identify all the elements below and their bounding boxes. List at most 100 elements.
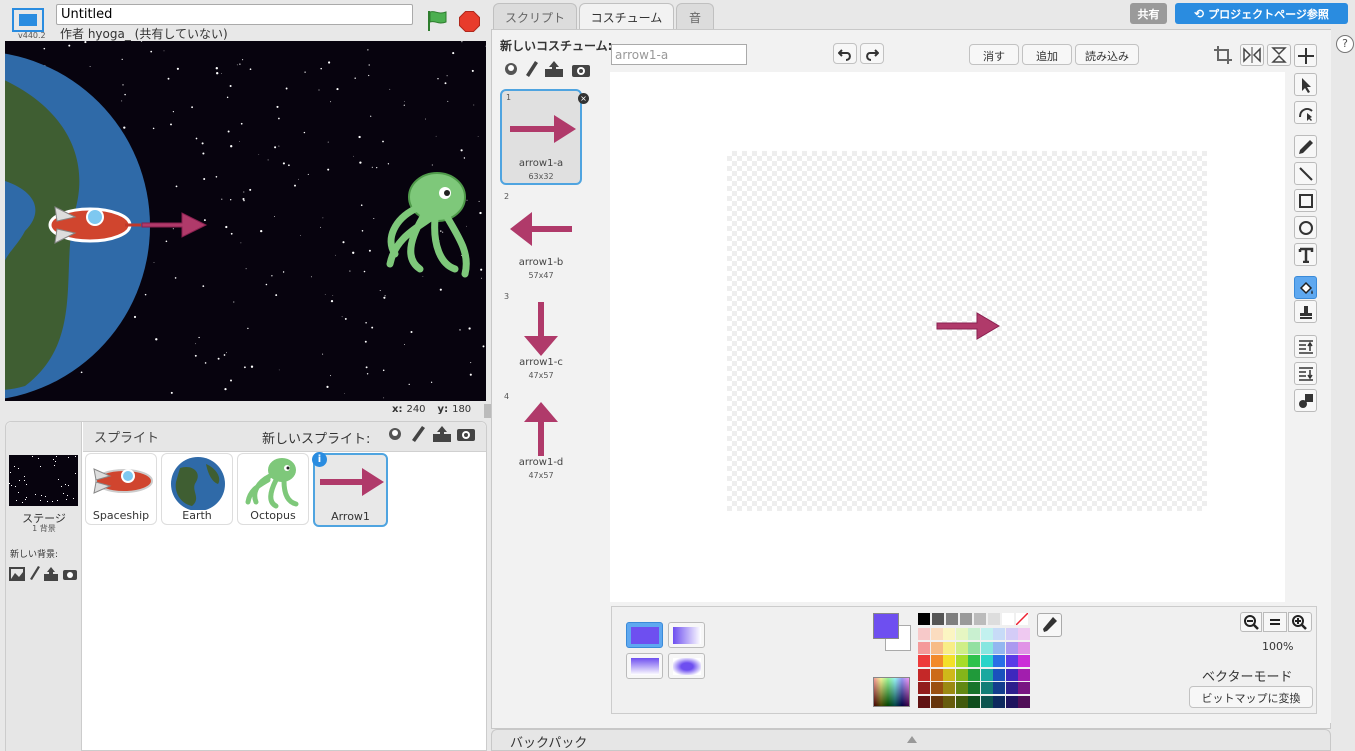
- palette-swatch[interactable]: [993, 628, 1005, 640]
- palette-swatch[interactable]: [1002, 613, 1014, 625]
- palette-swatch[interactable]: [988, 613, 1000, 625]
- color-picker-spectrum[interactable]: [873, 677, 910, 707]
- undo-button[interactable]: [833, 43, 857, 64]
- zoom-out-icon[interactable]: [1240, 612, 1262, 632]
- palette-swatch[interactable]: [1005, 682, 1018, 694]
- convert-to-bitmap-button[interactable]: ビットマップに変換: [1189, 686, 1313, 708]
- ellipse-tool-icon[interactable]: [1294, 216, 1317, 239]
- eyedropper-icon[interactable]: [1037, 613, 1062, 637]
- palette-swatch[interactable]: [1018, 641, 1030, 654]
- palette-swatch[interactable]: [1005, 628, 1018, 640]
- palette-swatch[interactable]: [1005, 655, 1018, 667]
- clear-button[interactable]: 消す: [969, 44, 1019, 65]
- text-tool-icon[interactable]: [1294, 243, 1317, 266]
- delete-costume-icon[interactable]: ×: [578, 93, 589, 104]
- share-button[interactable]: 共有: [1130, 3, 1167, 24]
- stop-icon[interactable]: [459, 11, 480, 32]
- upload-sprite-icon[interactable]: [432, 425, 452, 446]
- palette-swatch[interactable]: [993, 668, 1005, 681]
- fill-tool-icon[interactable]: [1294, 276, 1317, 299]
- palette-swatch[interactable]: [943, 641, 955, 654]
- palette-swatch[interactable]: [1018, 628, 1030, 640]
- palette-swatch[interactable]: [968, 628, 980, 640]
- zoom-reset-icon[interactable]: [1263, 612, 1287, 632]
- palette-swatch[interactable]: [918, 655, 930, 667]
- bring-forward-icon[interactable]: [1294, 335, 1317, 358]
- palette-swatch[interactable]: [930, 628, 943, 640]
- costume-tile-4[interactable]: 4 arrow1-d 47x57: [500, 390, 582, 485]
- horizontal-gradient-button[interactable]: [668, 622, 705, 648]
- stage-canvas[interactable]: [5, 41, 486, 401]
- palette-swatch[interactable]: [1005, 641, 1018, 654]
- crop-icon[interactable]: [1212, 44, 1236, 66]
- palette-swatch[interactable]: [930, 695, 943, 708]
- radial-gradient-button[interactable]: [668, 653, 705, 679]
- palette-swatch[interactable]: [918, 641, 930, 654]
- camera-backdrop-icon[interactable]: [62, 568, 78, 584]
- sprite-tile-octopus[interactable]: Octopus: [237, 453, 309, 525]
- palette-swatch[interactable]: [955, 641, 968, 654]
- palette-swatch[interactable]: [930, 655, 943, 667]
- transparent-swatch[interactable]: [1015, 612, 1029, 626]
- palette-swatch[interactable]: [993, 682, 1005, 694]
- palette-swatch[interactable]: [968, 682, 980, 694]
- palette-swatch[interactable]: [930, 682, 943, 694]
- camera-costume-icon[interactable]: [571, 62, 591, 81]
- set-center-icon[interactable]: [1294, 44, 1317, 67]
- arrow-costume-drawing[interactable]: [935, 309, 1001, 343]
- stage-thumbnail[interactable]: [9, 455, 78, 506]
- palette-swatch[interactable]: [955, 668, 968, 681]
- costume-name-input[interactable]: [611, 44, 747, 65]
- backdrop-library-icon[interactable]: [9, 567, 25, 584]
- palette-swatch[interactable]: [918, 628, 930, 640]
- palette-swatch[interactable]: [1018, 682, 1030, 694]
- green-flag-icon[interactable]: [426, 10, 448, 32]
- tab-scripts[interactable]: スクリプト: [493, 3, 577, 29]
- tab-sounds[interactable]: 音: [676, 3, 714, 29]
- palette-swatch[interactable]: [980, 628, 993, 640]
- palette-swatch[interactable]: [946, 613, 958, 625]
- palette-swatch[interactable]: [980, 655, 993, 667]
- palette-swatch[interactable]: [980, 668, 993, 681]
- camera-sprite-icon[interactable]: [456, 426, 476, 445]
- paint-sprite-icon[interactable]: [410, 425, 426, 446]
- project-title-input[interactable]: [56, 4, 413, 25]
- flip-horizontal-icon[interactable]: [1240, 44, 1264, 66]
- rectangle-tool-icon[interactable]: [1294, 189, 1317, 212]
- palette-swatch[interactable]: [943, 668, 955, 681]
- tab-costumes[interactable]: コスチューム: [579, 3, 674, 31]
- see-project-page-button[interactable]: ⟲ プロジェクトページ参照: [1175, 3, 1348, 24]
- palette-swatch[interactable]: [918, 613, 930, 625]
- palette-swatch[interactable]: [1018, 655, 1030, 667]
- costume-tile-3[interactable]: 3 arrow1-c 47x57: [500, 290, 582, 385]
- select-tool-icon[interactable]: [1294, 73, 1317, 96]
- palette-swatch[interactable]: [968, 668, 980, 681]
- palette-swatch[interactable]: [993, 695, 1005, 708]
- palette-swatch[interactable]: [1018, 695, 1030, 708]
- palette-swatch[interactable]: [980, 695, 993, 708]
- palette-swatch[interactable]: [968, 695, 980, 708]
- pencil-tool-icon[interactable]: [1294, 135, 1317, 158]
- palette-swatch[interactable]: [943, 628, 955, 640]
- redo-button[interactable]: [860, 43, 884, 64]
- paint-costume-icon[interactable]: [525, 60, 539, 81]
- palette-swatch[interactable]: [943, 655, 955, 667]
- costume-tile-1[interactable]: 1 arrow1-a 63x32: [500, 89, 582, 185]
- palette-swatch[interactable]: [974, 613, 986, 625]
- info-icon[interactable]: i: [312, 452, 327, 467]
- flip-vertical-icon[interactable]: [1267, 44, 1291, 66]
- send-backward-icon[interactable]: [1294, 362, 1317, 385]
- paint-backdrop-icon[interactable]: [29, 565, 41, 584]
- palette-swatch[interactable]: [943, 682, 955, 694]
- expand-backpack-icon[interactable]: [907, 736, 917, 743]
- palette-swatch[interactable]: [980, 641, 993, 654]
- palette-swatch[interactable]: [1005, 668, 1018, 681]
- palette-swatch[interactable]: [993, 641, 1005, 654]
- costume-tile-2[interactable]: 2 arrow1-b 57x47: [500, 190, 582, 285]
- palette-swatch[interactable]: [930, 641, 943, 654]
- primary-color-swatch[interactable]: [873, 613, 899, 639]
- palette-swatch[interactable]: [955, 695, 968, 708]
- costume-library-icon[interactable]: [502, 60, 520, 81]
- fullscreen-icon[interactable]: [12, 8, 44, 32]
- vertical-gradient-button[interactable]: [626, 653, 663, 679]
